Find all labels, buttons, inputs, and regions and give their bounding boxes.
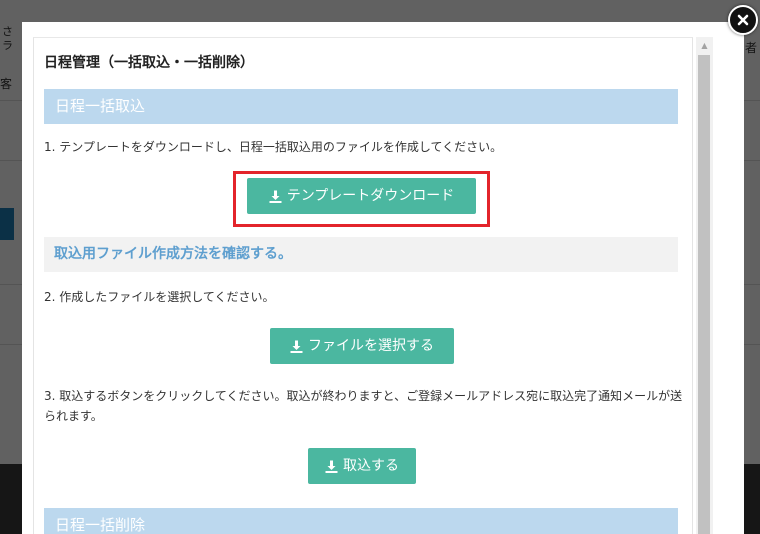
import-section-heading: 日程一括取込 — [44, 89, 678, 124]
close-icon — [737, 14, 749, 26]
delete-section-heading: 日程一括削除 — [44, 508, 678, 534]
bulk-schedule-modal: 日程管理（一括取込・一括削除） 日程一括取込 1. テンプレートをダウンロードし… — [22, 22, 744, 534]
step3-text: 3. 取込するボタンをクリックしてください。取込が終わりますと、ご登録メールアド… — [44, 389, 683, 423]
import-label: 取込する — [343, 458, 399, 474]
highlight-box — [233, 171, 490, 227]
scroll-up-arrow[interactable]: ▲ — [696, 37, 713, 54]
modal-scroll-area[interactable]: 日程管理（一括取込・一括削除） 日程一括取込 1. テンプレートをダウンロードし… — [33, 37, 693, 534]
step2-text: 2. 作成したファイルを選択してください。 — [44, 290, 275, 304]
select-file-button[interactable]: ファイルを選択する — [270, 328, 454, 364]
modal-close-button[interactable] — [728, 5, 758, 35]
scrollbar-thumb[interactable] — [698, 55, 710, 534]
download-icon — [325, 460, 338, 473]
import-button[interactable]: 取込する — [308, 448, 416, 484]
select-file-label: ファイルを選択する — [308, 338, 434, 354]
modal-scrollbar[interactable]: ▲ — [696, 37, 713, 534]
howto-link[interactable]: 取込用ファイル作成方法を確認する。 — [44, 237, 678, 272]
step1-text: 1. テンプレートをダウンロードし、日程一括取込用のファイルを作成してください。 — [44, 140, 503, 154]
modal-title: 日程管理（一括取込・一括削除） — [44, 55, 254, 71]
download-icon — [290, 340, 303, 353]
